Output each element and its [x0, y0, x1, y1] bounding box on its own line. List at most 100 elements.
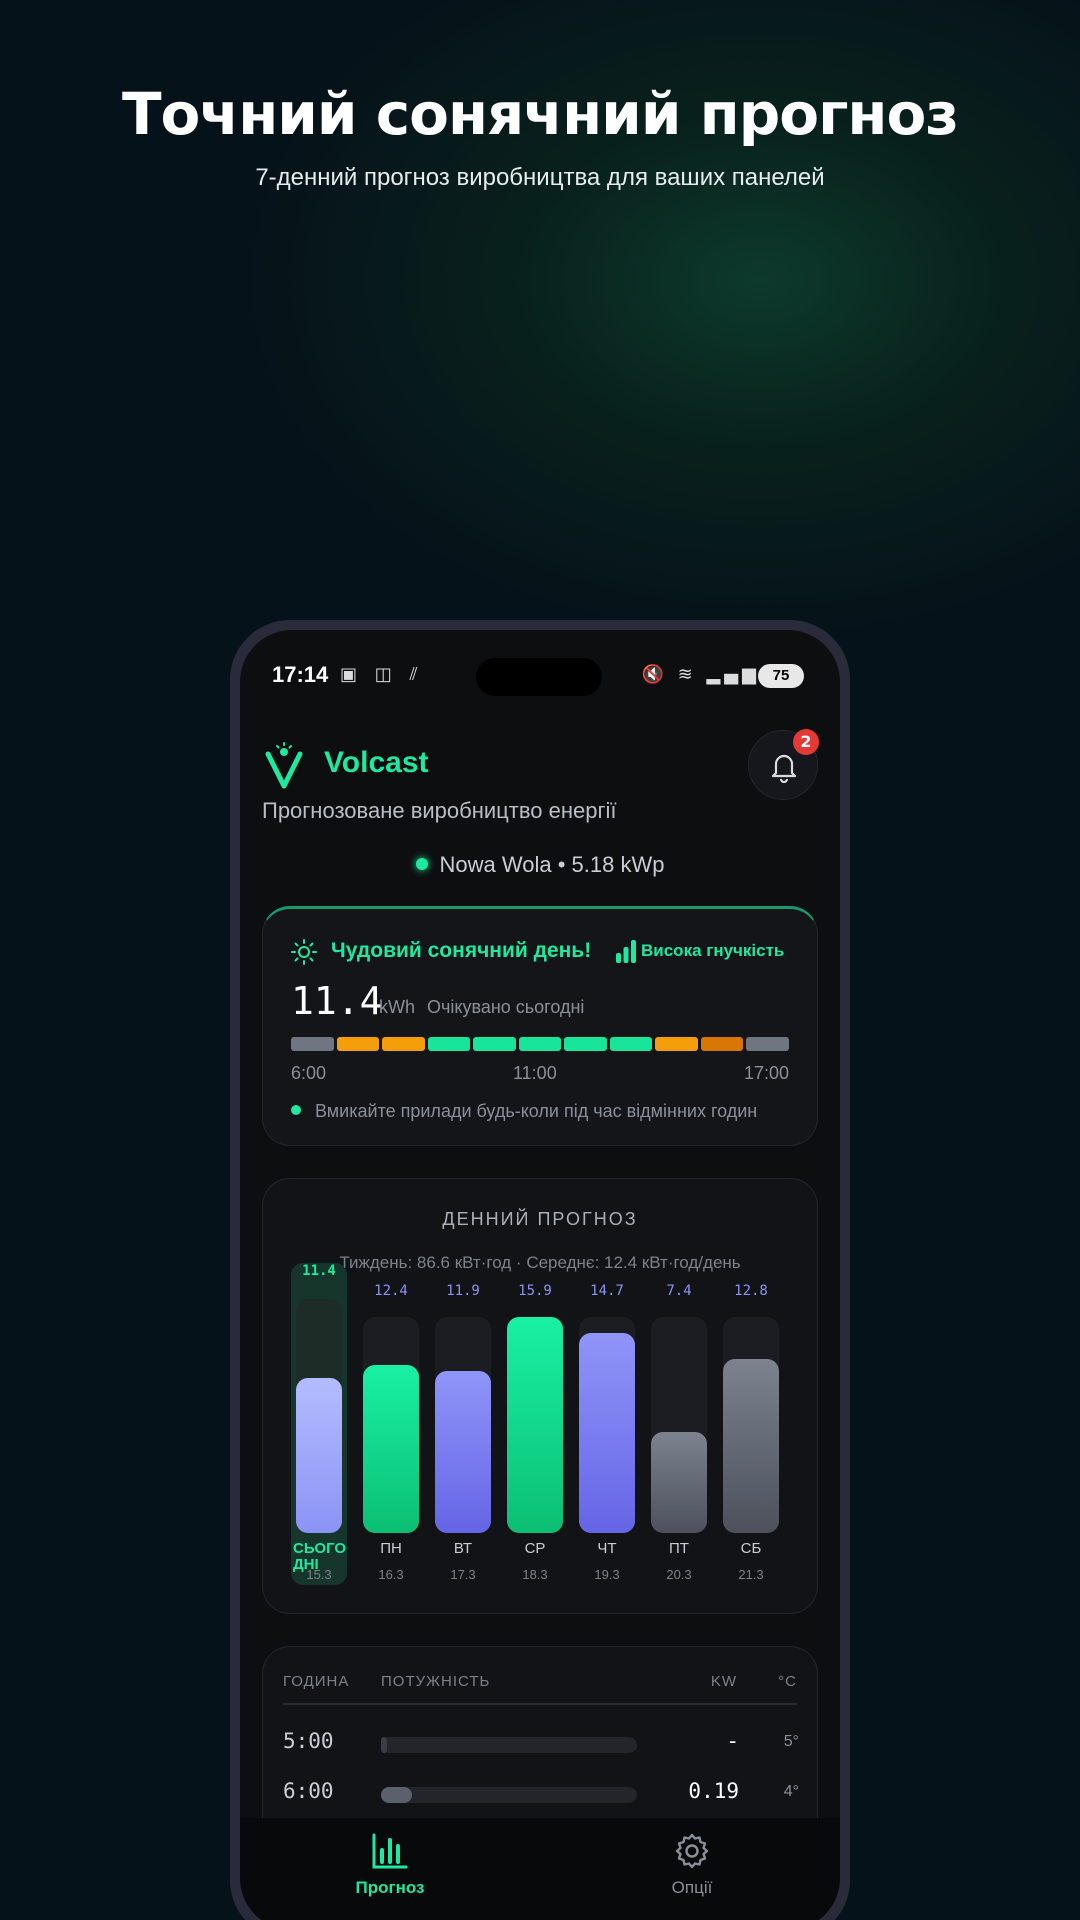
sun-icon [291, 939, 317, 965]
row-kw: 0.19 [688, 1779, 739, 1803]
col-temp: °C [778, 1673, 797, 1690]
timeline-segment [382, 1037, 425, 1051]
day-value-label: 7.4 [666, 1283, 692, 1299]
nav-forecast-label: Прогноз [355, 1878, 425, 1897]
day-value-label: 14.7 [590, 1283, 624, 1299]
timeline-segment [427, 1037, 471, 1051]
nav-options[interactable]: Опції [622, 1832, 762, 1898]
timeline-segment [700, 1037, 744, 1051]
power-fill [381, 1787, 412, 1803]
dynamic-island [476, 658, 602, 696]
app-subtitle: Прогнозоване виробництво енергії [262, 798, 617, 823]
day-date-label: 21.3 [738, 1567, 764, 1582]
day-column[interactable]: 11.4 СЬОГОДНІ 15.3 [291, 1263, 347, 1585]
forecast-bar [579, 1333, 635, 1533]
day-date-label: 15.3 [306, 1567, 332, 1582]
phone-screen: 17:14 ▣ ◫ ⫽ 🔇 ≋ ▂▄▆ 75 Volcast Прогнозов… [240, 630, 840, 1920]
tip-text: Вмикайте прилади будь-коли під час відмі… [315, 1101, 758, 1121]
timeline-segment [609, 1037, 653, 1051]
nav-options-label: Опції [671, 1878, 713, 1897]
forecast-bar [363, 1365, 419, 1533]
flexibility-label: Висока гнучкість [641, 941, 785, 960]
table-divider [283, 1703, 797, 1705]
status-left-icons: ▣ ◫ ⫽ [340, 664, 424, 685]
timeline-segment [473, 1037, 516, 1051]
timeline-labels: 6:00 11:00 17:00 [291, 1063, 789, 1087]
status-right-icons: 🔇 ≋ ▂▄▆ [641, 664, 760, 685]
day-value-label: 15.9 [518, 1283, 552, 1299]
day-value-label: 12.8 [734, 1283, 768, 1299]
day-date-label: 17.3 [450, 1567, 476, 1582]
day-value-label: 11.4 [302, 1263, 336, 1279]
phone-frame: 17:14 ▣ ◫ ⫽ 🔇 ≋ ▂▄▆ 75 Volcast Прогнозов… [230, 620, 850, 1920]
day-date-label: 16.3 [378, 1567, 404, 1582]
timeline-segment [746, 1037, 790, 1051]
timeline-segment [655, 1037, 698, 1051]
day-name-label: ЧТ [597, 1540, 617, 1557]
day-column[interactable]: 14.7 ЧТ 19.3 [579, 1263, 635, 1585]
day-name-label: ВТ [453, 1540, 473, 1557]
timeline-segment [336, 1037, 380, 1051]
forecast-bar [651, 1432, 707, 1533]
location-text: Nowa Wola • 5.18 kWp [439, 852, 665, 877]
today-expected-label: Очікувано сьогодні [427, 997, 585, 1017]
day-name-label: ПТ [669, 1540, 689, 1557]
timeline-start: 6:00 [291, 1063, 327, 1083]
volcast-logo-icon [265, 742, 303, 789]
today-title: Чудовий сонячний день! [331, 939, 592, 962]
timeline-mid: 11:00 [513, 1063, 557, 1083]
row-time: 6:00 [283, 1779, 334, 1803]
notifications-button[interactable]: 2 [748, 729, 819, 800]
forecast-title: ДЕННИЙ ПРОГНОЗ [442, 1209, 638, 1229]
day-date-label: 18.3 [522, 1567, 548, 1582]
day-value-label: 11.9 [446, 1283, 480, 1299]
row-time: 5:00 [283, 1729, 334, 1753]
table-row: 5:00 - 5° [263, 1725, 819, 1765]
status-bar: 17:14 ▣ ◫ ⫽ 🔇 ≋ ▂▄▆ 75 [240, 658, 840, 698]
power-track [381, 1787, 637, 1803]
row-kw: - [726, 1729, 739, 1753]
day-column[interactable]: 12.4 ПН 16.3 [363, 1263, 419, 1585]
power-track [381, 1737, 637, 1753]
day-date-label: 19.3 [594, 1567, 620, 1582]
day-column[interactable]: 12.8 СБ 21.3 [723, 1263, 779, 1585]
today-summary-card: Чудовий сонячний день! Висока гнучкість … [262, 906, 818, 1146]
signal-bars-icon [616, 940, 636, 963]
timeline-segment [518, 1037, 562, 1051]
col-hour: ГОДИНА [283, 1673, 350, 1690]
promo-title: Точний сонячний прогноз [121, 80, 959, 148]
nav-forecast[interactable]: Прогноз [320, 1832, 460, 1898]
gear-icon [675, 1833, 709, 1869]
today-tip: Вмикайте прилади будь-коли під час відмі… [291, 1101, 757, 1122]
day-column[interactable]: 7.4 ПТ 20.3 [651, 1263, 707, 1585]
notification-badge: 2 [793, 729, 819, 755]
row-temp: 4° [783, 1783, 799, 1800]
day-name-label: СБ [740, 1540, 762, 1557]
hourly-quality-timeline [291, 1037, 790, 1051]
bottom-nav: Прогноз Опції [240, 1818, 840, 1920]
forecast-bar [435, 1371, 491, 1533]
day-column[interactable]: 11.9 ВТ 17.3 [435, 1263, 491, 1585]
location-label: Nowa Wola • 5.18 kWp [240, 852, 840, 878]
timeline-segment [291, 1037, 334, 1051]
timeline-segment [564, 1037, 607, 1051]
forecast-bar [296, 1378, 342, 1533]
day-column[interactable]: 15.9 СР 18.3 [507, 1263, 563, 1585]
row-temp: 5° [783, 1733, 799, 1750]
col-kw: KW [710, 1673, 737, 1690]
forecast-bar [723, 1359, 779, 1533]
forecast-bar [507, 1317, 563, 1533]
today-kwh-value: 11.4 [291, 979, 383, 1023]
status-time: 17:14 [272, 662, 329, 687]
timeline-end: 17:00 [743, 1063, 789, 1083]
bar-chart-icon [372, 1833, 408, 1869]
power-fill [381, 1737, 387, 1753]
table-row: 6:00 0.19 4° [263, 1775, 819, 1815]
day-value-label: 12.4 [374, 1283, 408, 1299]
promo-subtitle: 7-денний прогноз виробництва для ваших п… [255, 164, 825, 191]
col-power: ПОТУЖНІСТЬ [381, 1673, 491, 1690]
today-kwh-unit: kWh [379, 997, 415, 1017]
app-name: Volcast [324, 746, 429, 779]
day-date-label: 20.3 [666, 1567, 692, 1582]
battery-icon: 75 [758, 664, 804, 688]
